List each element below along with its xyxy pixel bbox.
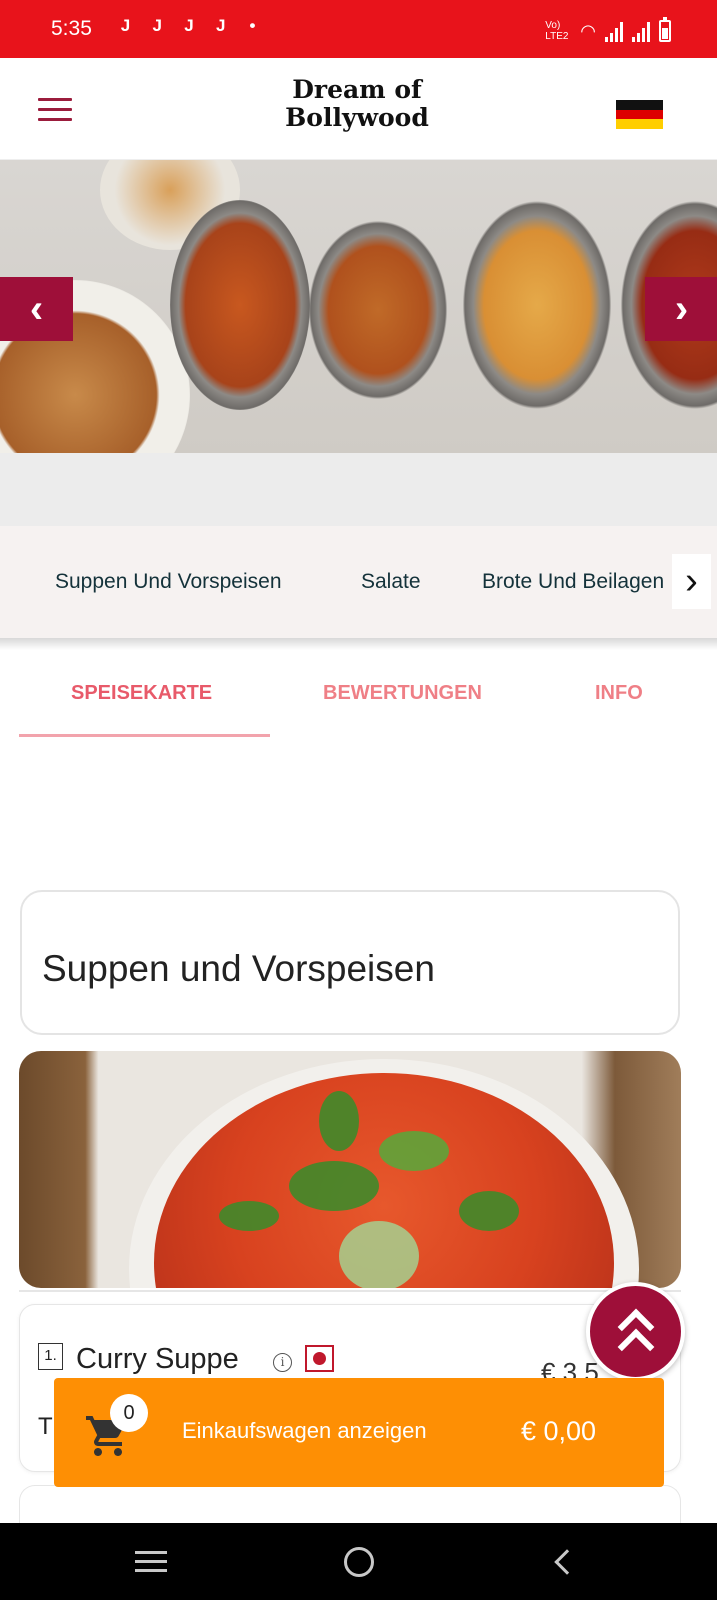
tab-speisekarte[interactable]: SPEISEKARTE (71, 682, 212, 705)
notification-dot: • (249, 16, 256, 35)
category-next-button[interactable]: › (672, 554, 711, 609)
network-label: Vo) LTE2 (545, 20, 569, 42)
germany-flag-icon[interactable] (616, 100, 663, 129)
tab-info[interactable]: INFO (595, 682, 643, 705)
garnish (339, 1221, 419, 1288)
section-header-card: Suppen und Vorspeisen (20, 890, 680, 1035)
view-cart-button[interactable]: 0 Einkaufswagen anzeigen € 0,00 (54, 1378, 664, 1487)
signal-icon (605, 22, 623, 42)
recent-apps-icon (135, 1545, 167, 1578)
section-title: Suppen und Vorspeisen (42, 948, 435, 989)
category-soups[interactable]: Suppen Und Vorspeisen (55, 570, 282, 594)
divider (19, 1290, 681, 1292)
category-salads[interactable]: Salate (361, 570, 421, 594)
chevron-right-icon: › (685, 560, 698, 602)
system-icons: Vo) LTE2 ◠ (545, 14, 671, 42)
battery-icon (659, 17, 671, 42)
notification-icon: J (184, 16, 194, 35)
hero-carousel-image: ‹ › (0, 160, 717, 453)
vegetarian-icon (305, 1345, 334, 1372)
signal-icon (632, 22, 650, 42)
notification-icon: J (120, 16, 131, 35)
wifi-icon: ◠ (580, 21, 596, 41)
item-number: 1. (38, 1343, 63, 1370)
garnish (379, 1131, 449, 1171)
info-icon[interactable]: i (273, 1353, 292, 1372)
item-name: Curry Suppe (76, 1343, 239, 1375)
carousel-next-button[interactable]: › (645, 277, 717, 341)
notification-icon: J (215, 16, 226, 35)
logo[interactable]: Dream of Bollywood (272, 76, 442, 132)
chevron-left-icon: ‹ (29, 286, 44, 331)
cart-label: Einkaufswagen anzeigen (182, 1418, 427, 1443)
home-icon (344, 1546, 374, 1577)
hero-spacer (0, 453, 717, 526)
home-button[interactable] (314, 1523, 404, 1600)
menu-icon[interactable] (38, 98, 72, 122)
recent-apps-button[interactable] (106, 1523, 196, 1600)
garnish (319, 1091, 359, 1151)
carousel-prev-button[interactable]: ‹ (0, 277, 73, 341)
category-bar: Suppen Und Vorspeisen Salate Brote Und B… (0, 526, 717, 638)
tab-bar: SPEISEKARTE BEWERTUNGEN INFO (0, 650, 717, 740)
cart-total: € 0,00 (521, 1416, 597, 1446)
food-bowl (170, 200, 310, 410)
back-icon (554, 1548, 580, 1575)
category-bar-shadow (0, 638, 717, 650)
item-description: T (38, 1413, 53, 1440)
tab-bewertungen[interactable]: BEWERTUNGEN (323, 682, 482, 705)
app-header: Dream of Bollywood (0, 58, 717, 160)
garnish (219, 1201, 279, 1231)
scroll-top-button[interactable] (586, 1282, 685, 1381)
back-button[interactable] (518, 1523, 608, 1600)
food-bowl (308, 220, 448, 400)
section-image (19, 1051, 681, 1288)
garnish (459, 1191, 519, 1231)
cart-count-badge: 0 (110, 1394, 148, 1432)
menu-item-card[interactable] (19, 1485, 681, 1525)
status-bar: 5:35 J J J J • Vo) LTE2 ◠ (0, 0, 717, 58)
chevron-right-icon: › (674, 286, 689, 331)
food-bowl (462, 200, 612, 410)
category-breads[interactable]: Brote Und Beilagen (482, 570, 664, 594)
status-time: 5:35 (51, 17, 92, 40)
system-navigation-bar (0, 1523, 717, 1600)
tab-indicator (19, 734, 270, 737)
notification-icons: J J J J • (112, 16, 266, 36)
garnish (289, 1161, 379, 1211)
notification-icon: J (152, 16, 162, 35)
